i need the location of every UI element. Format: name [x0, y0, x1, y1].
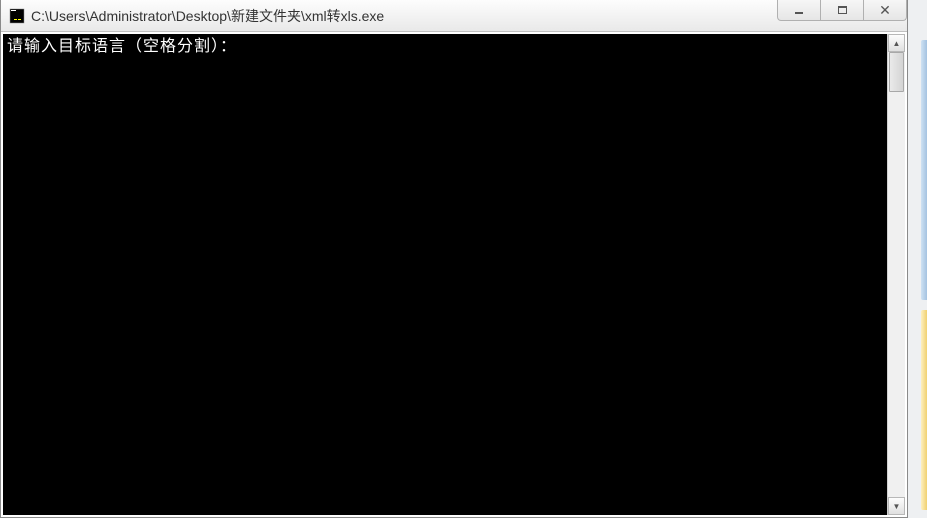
console-prompt-text: 请输入目标语言（空格分割）： — [7, 36, 237, 55]
chevron-down-icon: ▼ — [893, 502, 901, 511]
minimize-icon — [795, 12, 803, 14]
window-title: C:\Users\Administrator\Desktop\新建文件夹\xml… — [31, 6, 384, 26]
background-window-edge-yellow — [921, 310, 927, 510]
window-controls: ✕ — [778, 0, 907, 21]
close-button[interactable]: ✕ — [863, 0, 907, 21]
desktop-background-strip — [908, 0, 927, 518]
console-output[interactable]: 请输入目标语言（空格分割）： — [3, 34, 887, 515]
maximize-button[interactable] — [820, 0, 864, 21]
scroll-down-button[interactable]: ▼ — [888, 497, 905, 515]
scroll-up-button[interactable]: ▲ — [888, 34, 905, 52]
background-window-edge-blue — [921, 40, 927, 300]
scrollbar-thumb[interactable] — [889, 52, 904, 92]
minimize-button[interactable] — [777, 0, 821, 21]
app-icon — [9, 8, 25, 24]
scrollbar-track[interactable] — [888, 52, 905, 497]
maximize-icon — [838, 6, 847, 14]
console-window: C:\Users\Administrator\Desktop\新建文件夹\xml… — [0, 0, 908, 518]
close-icon: ✕ — [879, 3, 891, 17]
vertical-scrollbar[interactable]: ▲ ▼ — [887, 34, 905, 515]
titlebar[interactable]: C:\Users\Administrator\Desktop\新建文件夹\xml… — [1, 0, 907, 32]
chevron-up-icon: ▲ — [893, 39, 901, 48]
console-client-area: 请输入目标语言（空格分割）： ▲ ▼ — [1, 32, 907, 517]
